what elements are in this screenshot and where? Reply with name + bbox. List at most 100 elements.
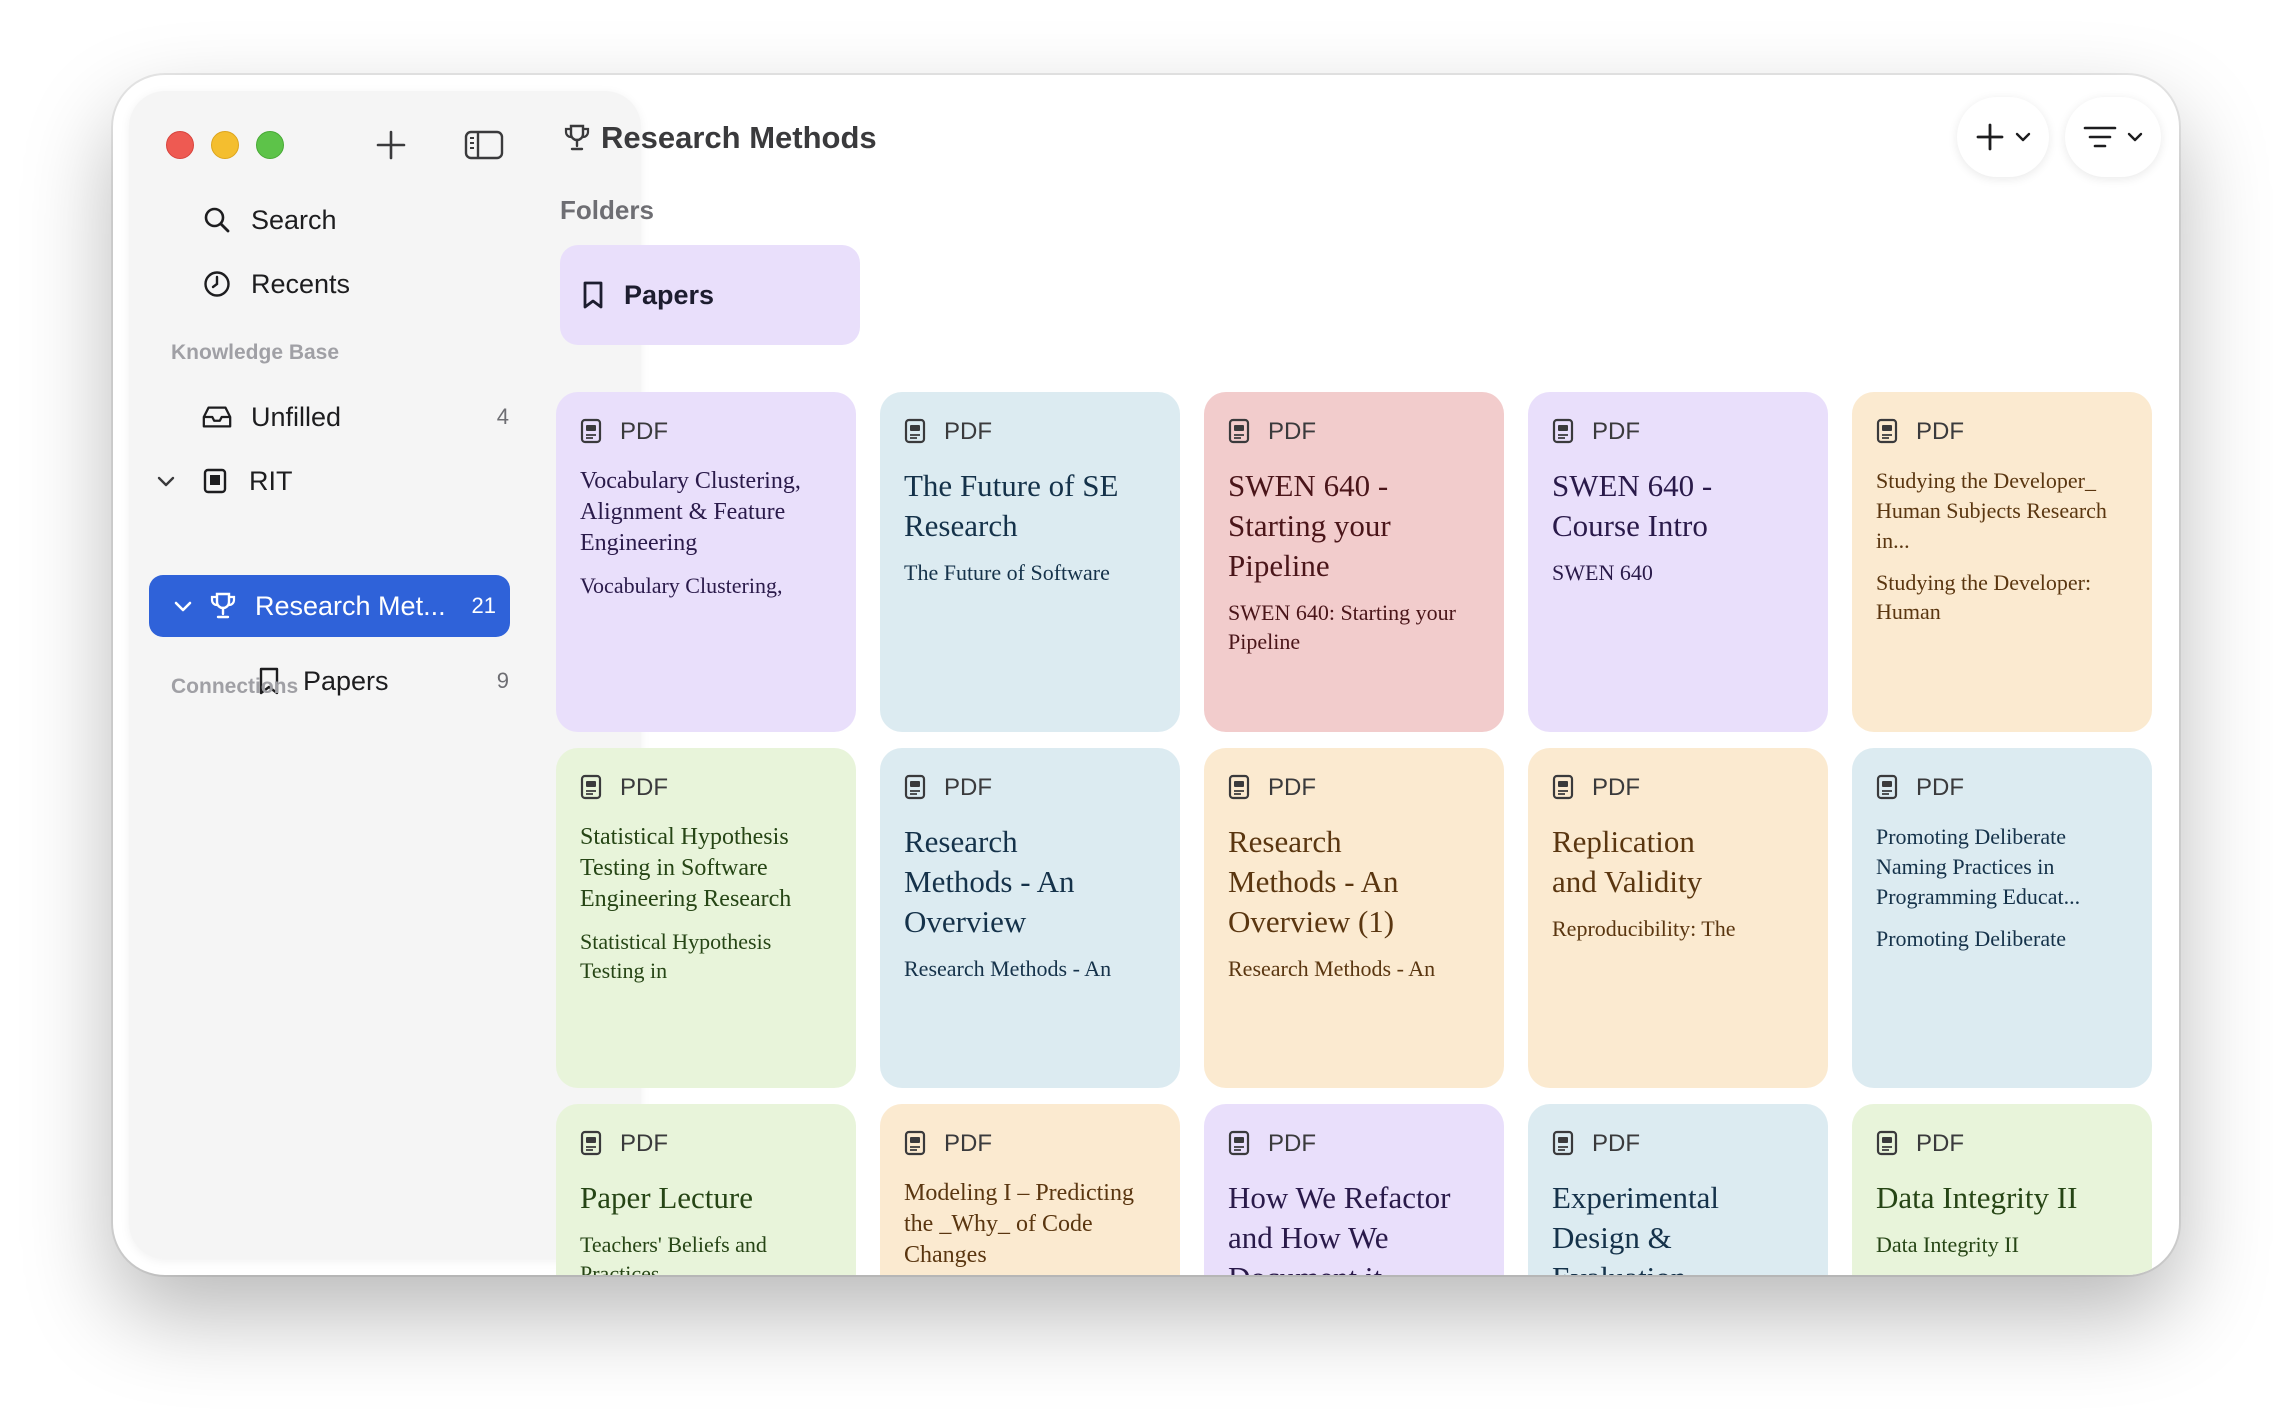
pdf-icon — [1552, 418, 1576, 446]
document-card[interactable]: PDF Research Methods - An Overview Resea… — [880, 748, 1180, 1088]
document-card[interactable]: PDF Promoting Deliberate Naming Practice… — [1852, 748, 2152, 1088]
document-title: Statistical Hypothesis Testing in Softwa… — [580, 824, 792, 912]
page-title: Research Methods — [563, 111, 877, 165]
recents-label: Recents — [251, 268, 351, 299]
folders-heading: Folders — [560, 195, 654, 225]
document-title: Modeling I – Predicting the _Why_ of Cod… — [904, 1180, 1134, 1268]
minimize-window-button[interactable] — [211, 131, 239, 159]
document-type: PDF — [1916, 418, 1964, 445]
document-preview: The Future of Software — [904, 560, 1110, 585]
chevron-down-icon[interactable] — [173, 599, 195, 613]
document-preview: Research Methods - An — [1228, 956, 1436, 981]
document-card[interactable]: PDF Data Integrity II Data Integrity II — [1852, 1104, 2152, 1275]
page-title-text: Research Methods — [601, 120, 877, 155]
document-card[interactable]: PDF Studying the Developer_ Human Subjec… — [1852, 392, 2152, 732]
search-nav-item[interactable]: Search — [201, 192, 561, 248]
document-title: The Future of SE Research — [904, 468, 1119, 543]
rit-label: RIT — [249, 465, 293, 496]
pdf-icon — [1876, 1130, 1900, 1158]
pdf-icon — [904, 418, 928, 446]
knowledge-base-heading: Knowledge Base — [171, 341, 340, 364]
document-card[interactable]: PDF Replication and Validity Reproducibi… — [1528, 748, 1828, 1088]
document-card[interactable]: PDF Experimental Design & Evaluation — [1528, 1104, 1828, 1275]
document-type: PDF — [1592, 1130, 1640, 1157]
close-window-button[interactable] — [166, 131, 194, 159]
document-title: How We Refactor and How We Document it — [1228, 1180, 1451, 1275]
chevron-down-icon[interactable] — [155, 465, 177, 497]
trophy-icon — [563, 123, 591, 153]
chevron-down-icon — [2015, 132, 2031, 142]
toggle-sidebar-button[interactable] — [462, 125, 506, 165]
sidebar-item-research-methods[interactable]: Research Met... 21 — [149, 575, 510, 637]
pdf-icon — [1876, 418, 1900, 446]
trophy-icon — [209, 591, 237, 621]
document-title: Experimental Design & Evaluation — [1552, 1180, 1719, 1275]
add-menu-button[interactable] — [1957, 97, 2049, 177]
pdf-icon — [1228, 1130, 1252, 1158]
document-type: PDF — [1592, 774, 1640, 801]
document-card[interactable]: PDF How We Refactor and How We Document … — [1204, 1104, 1504, 1275]
zoom-window-button[interactable] — [256, 131, 284, 159]
bookmark-icon — [582, 280, 604, 310]
chevron-down-icon — [2127, 132, 2143, 142]
connections-heading: Connections — [171, 675, 299, 698]
document-title: Paper Lecture — [580, 1180, 753, 1215]
document-preview: Studying the Developer: Human — [1876, 570, 2092, 624]
document-card[interactable]: PDF The Future of SE Research The Future… — [880, 392, 1180, 732]
unfilled-count: 4 — [496, 404, 509, 429]
document-card[interactable]: PDF Statistical Hypothesis Testing in So… — [556, 748, 856, 1088]
document-type: PDF — [620, 774, 668, 801]
document-type: PDF — [944, 774, 992, 801]
document-card[interactable]: PDF Paper Lecture Teachers' Beliefs and … — [556, 1104, 856, 1275]
research-methods-count: 21 — [471, 593, 496, 618]
research-methods-label: Research Met... — [255, 590, 446, 621]
folder-name: Papers — [624, 279, 715, 310]
pdf-icon — [1552, 774, 1576, 802]
document-type: PDF — [1916, 774, 1964, 801]
folder-card[interactable]: Papers — [560, 245, 860, 345]
document-preview: Promoting Deliberate — [1876, 926, 2067, 951]
pdf-icon — [580, 418, 604, 446]
pdf-icon — [1552, 1130, 1576, 1158]
sidebar-item-rit[interactable]: RIT — [155, 453, 515, 509]
sidebar-toggle-icon — [464, 130, 504, 160]
document-title: Replication and Validity — [1552, 824, 1703, 899]
document-preview: Data Integrity II — [1876, 1232, 2019, 1257]
pdf-icon — [580, 1130, 604, 1158]
document-type: PDF — [1916, 1130, 1964, 1157]
building-icon — [199, 465, 231, 497]
document-card[interactable]: PDF SWEN 640 - Course Intro SWEN 640 — [1528, 392, 1828, 732]
plus-icon — [376, 130, 406, 160]
document-card[interactable]: PDF Modeling I – Predicting the _Why_ of… — [880, 1104, 1180, 1275]
pdf-icon — [904, 774, 928, 802]
document-title: Data Integrity II — [1876, 1180, 2078, 1215]
document-title: Promoting Deliberate Naming Practices in… — [1876, 824, 2081, 909]
document-type: PDF — [944, 418, 992, 445]
pdf-icon — [1228, 418, 1252, 446]
papers-count: 9 — [496, 668, 509, 693]
document-type: PDF — [620, 1130, 668, 1157]
pdf-icon — [904, 1130, 928, 1158]
document-card[interactable]: PDF Vocabulary Clustering, Alignment & F… — [556, 392, 856, 732]
document-type: PDF — [1268, 774, 1316, 801]
document-title: Research Methods - An Overview — [904, 824, 1075, 939]
document-preview: Teachers' Beliefs and Practices — [580, 1232, 767, 1275]
document-title: Studying the Developer_ Human Subjects R… — [1876, 468, 2107, 553]
document-title: Vocabulary Clustering, Alignment & Featu… — [580, 468, 801, 556]
document-preview: SWEN 640 — [1552, 560, 1653, 585]
pdf-icon — [580, 774, 604, 802]
recents-nav-item[interactable]: Recents — [201, 256, 561, 312]
document-card[interactable]: PDF Research Methods - An Overview (1) R… — [1204, 748, 1504, 1088]
sort-lines-icon — [2083, 126, 2117, 148]
app-window: Search Recents Knowledge Base Unfilled 4… — [113, 75, 2179, 1275]
document-preview: Research Methods - An — [904, 956, 1112, 981]
document-card[interactable]: PDF SWEN 640 - Starting your Pipeline SW… — [1204, 392, 1504, 732]
document-type: PDF — [620, 418, 668, 445]
document-title: Research Methods - An Overview (1) — [1228, 824, 1399, 939]
sort-menu-button[interactable] — [2065, 97, 2161, 177]
document-type: PDF — [1268, 418, 1316, 445]
document-title: SWEN 640 - Starting your Pipeline — [1228, 468, 1391, 583]
search-icon — [201, 204, 233, 236]
sidebar-item-unfilled[interactable]: Unfilled 4 — [201, 389, 509, 445]
new-item-button[interactable] — [371, 125, 411, 165]
